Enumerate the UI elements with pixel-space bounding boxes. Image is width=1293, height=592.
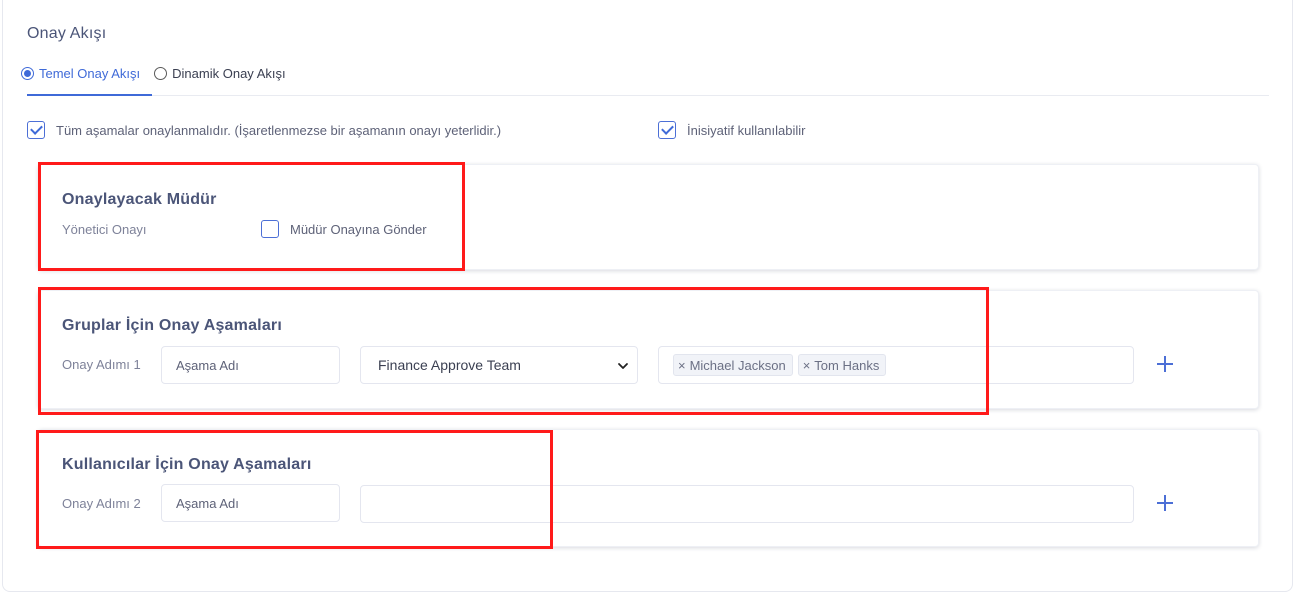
- send-to-manager-checkbox[interactable]: [261, 220, 279, 238]
- all-stages-option[interactable]: Tüm aşamalar onaylanmalıdır. (İşaretlenm…: [27, 121, 501, 139]
- group-stage-name-input[interactable]: Aşama Adı: [161, 346, 340, 384]
- send-to-manager-label: Müdür Onayına Gönder: [290, 221, 427, 237]
- remove-tag-icon[interactable]: ×: [803, 358, 811, 373]
- group-stages-card: Gruplar İçin Onay Aşamaları Onay Adımı 1…: [38, 290, 1259, 409]
- initiative-checkbox[interactable]: [658, 121, 676, 139]
- initiative-label: İnisiyatif kullanılabilir: [687, 122, 806, 138]
- send-to-manager-option[interactable]: Müdür Onayına Gönder: [261, 220, 427, 238]
- tabs-divider: [27, 95, 1269, 96]
- all-stages-checkbox[interactable]: [27, 121, 45, 139]
- group-step-label: Onay Adımı 1: [62, 357, 141, 372]
- tab-basic-flow-label: Temel Onay Akışı: [39, 65, 141, 81]
- user-stages-card: Kullanıcılar İçin Onay Aşamaları Onay Ad…: [38, 429, 1259, 547]
- team-select[interactable]: Finance Approve Team: [360, 346, 638, 384]
- member-tag: × Tom Hanks: [797, 354, 887, 376]
- page-title: Onay Akışı: [27, 25, 107, 42]
- flow-type-tabs: Temel Onay Akışı Dinamik Onay Akışı: [21, 64, 300, 96]
- manager-approval-label: Yönetici Onayı: [62, 222, 147, 237]
- initiative-option[interactable]: İnisiyatif kullanılabilir: [658, 121, 806, 139]
- radio-basic-flow[interactable]: [21, 66, 34, 80]
- manager-approval-card: Onaylayacak Müdür Yönetici Onayı Müdür O…: [38, 164, 1259, 270]
- user-card-title: Kullanıcılar İçin Onay Aşamaları: [62, 456, 312, 473]
- radio-dynamic-flow[interactable]: [154, 66, 168, 80]
- group-card-title: Gruplar İçin Onay Aşamaları: [62, 317, 283, 334]
- member-tag-label: Michael Jackson: [689, 357, 786, 373]
- tab-basic-flow[interactable]: Temel Onay Akışı: [21, 64, 140, 82]
- remove-tag-icon[interactable]: ×: [678, 358, 686, 373]
- chevron-down-icon: [618, 363, 628, 369]
- manager-card-title: Onaylayacak Müdür: [62, 191, 217, 208]
- member-tag: × Michael Jackson: [673, 354, 793, 376]
- tab-dynamic-flow[interactable]: Dinamik Onay Akışı: [154, 64, 286, 82]
- users-select-input[interactable]: [360, 485, 1134, 523]
- group-members-tag-input[interactable]: × Michael Jackson × Tom Hanks: [658, 346, 1134, 384]
- active-tab-indicator: [27, 94, 152, 96]
- team-select-value: Finance Approve Team: [378, 357, 521, 373]
- member-tag-label: Tom Hanks: [814, 357, 880, 373]
- user-step-label: Onay Adımı 2: [62, 496, 141, 511]
- add-user-step-icon[interactable]: [1156, 494, 1174, 512]
- all-stages-label: Tüm aşamalar onaylanmalıdır. (İşaretlenm…: [56, 122, 502, 138]
- tab-dynamic-flow-label: Dinamik Onay Akışı: [172, 65, 286, 81]
- user-stage-name-input[interactable]: Aşama Adı: [161, 484, 340, 522]
- add-group-step-icon[interactable]: [1156, 355, 1174, 373]
